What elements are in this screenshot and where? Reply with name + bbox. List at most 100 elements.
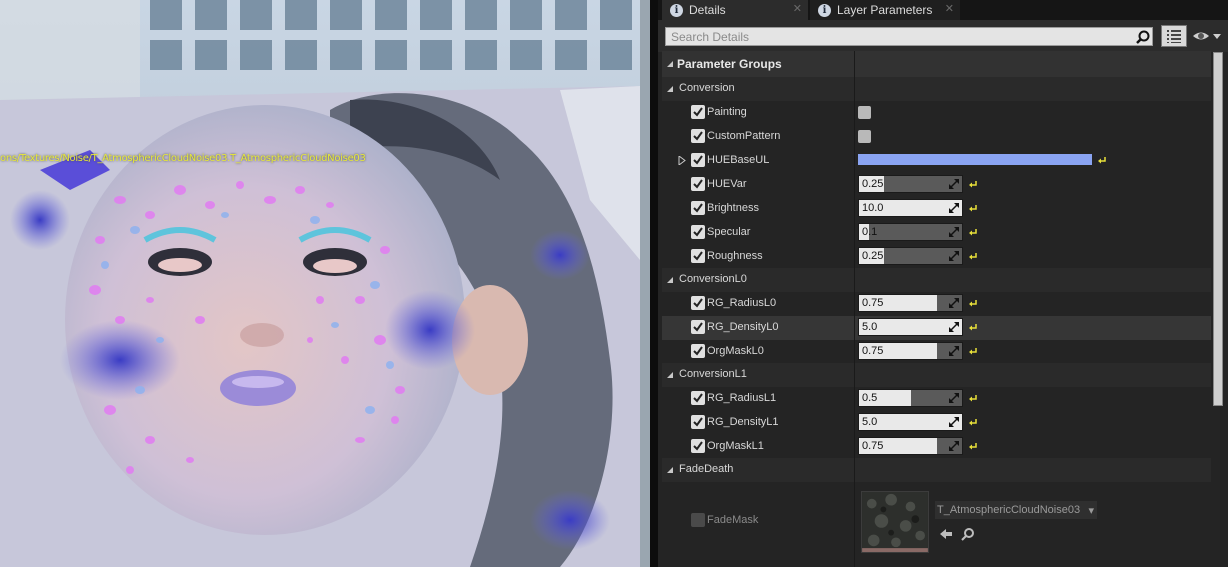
- category-fadedeath[interactable]: FadeDeath: [662, 458, 1211, 482]
- param-label: OrgMaskL1: [707, 440, 764, 452]
- override-checkbox[interactable]: [691, 344, 705, 358]
- number-input[interactable]: 0.1: [858, 223, 963, 241]
- reset-arrow-icon[interactable]: [969, 346, 978, 355]
- number-input[interactable]: 5.0: [858, 318, 963, 336]
- param-row-painting: Painting: [662, 101, 1211, 125]
- override-checkbox[interactable]: [691, 201, 705, 215]
- bool-value-checkbox[interactable]: [858, 130, 871, 143]
- param-label: Painting: [707, 106, 747, 118]
- drag-arrows-icon[interactable]: [949, 227, 959, 237]
- details-scrollbar[interactable]: [1213, 52, 1223, 406]
- close-icon[interactable]: ✕: [793, 2, 802, 15]
- use-selected-arrow-icon[interactable]: [939, 527, 953, 541]
- browse-search-icon[interactable]: [961, 527, 975, 541]
- number-input[interactable]: 0.25: [858, 247, 963, 265]
- override-checkbox[interactable]: [691, 153, 705, 167]
- param-label: OrgMaskL0: [707, 345, 764, 357]
- drag-arrows-icon[interactable]: [949, 393, 959, 403]
- texture-name: T_AtmosphericCloudNoise03: [937, 504, 1081, 516]
- tab-details[interactable]: i Details ✕: [662, 0, 808, 20]
- drag-arrows-icon[interactable]: [949, 203, 959, 213]
- param-row-orgmaskl0: OrgMaskL0 0.75: [662, 340, 1211, 364]
- color-swatch[interactable]: [858, 154, 1092, 165]
- override-checkbox[interactable]: [691, 320, 705, 334]
- reset-arrow-icon[interactable]: [969, 251, 978, 260]
- override-checkbox[interactable]: [691, 391, 705, 405]
- details-panel: i Details ✕ i Layer Parameters ✕ Search …: [658, 0, 1228, 567]
- collapse-arrow-icon[interactable]: [666, 85, 674, 93]
- number-value: 0.25: [862, 250, 884, 262]
- drag-arrows-icon[interactable]: [949, 441, 959, 451]
- number-input[interactable]: 10.0: [858, 199, 963, 217]
- texture-thumbnail[interactable]: [861, 491, 929, 553]
- number-input[interactable]: 0.75: [858, 342, 963, 360]
- category-conversion[interactable]: Conversion: [662, 77, 1211, 101]
- param-row-huevar: HUEVar 0.25: [662, 173, 1211, 197]
- drag-arrows-icon[interactable]: [949, 251, 959, 261]
- category-label: ConversionL0: [679, 273, 747, 285]
- drag-arrows-icon[interactable]: [949, 179, 959, 189]
- category-conversionl1[interactable]: ConversionL1: [662, 363, 1211, 387]
- chevron-down-icon: ▾: [1088, 505, 1094, 517]
- column-divider[interactable]: [854, 51, 855, 567]
- search-icon[interactable]: [1136, 30, 1150, 44]
- override-checkbox[interactable]: [691, 415, 705, 429]
- number-value: 0.75: [862, 440, 884, 452]
- number-input[interactable]: 0.25: [858, 175, 963, 193]
- reset-arrow-icon[interactable]: [969, 322, 978, 331]
- param-row-rg-radiusl0: RG_RadiusL0 0.75: [662, 292, 1211, 316]
- reset-arrow-icon[interactable]: [969, 441, 978, 450]
- reset-arrow-icon[interactable]: [969, 203, 978, 212]
- param-label: RG_DensityL1: [707, 416, 779, 428]
- override-checkbox[interactable]: [691, 105, 705, 119]
- override-checkbox[interactable]: [691, 177, 705, 191]
- tab-layer-parameters[interactable]: i Layer Parameters ✕: [810, 0, 960, 20]
- bool-value-checkbox[interactable]: [858, 106, 871, 119]
- drag-arrows-icon[interactable]: [949, 417, 959, 427]
- drag-arrows-icon[interactable]: [949, 346, 959, 356]
- viewport-scene: [0, 0, 650, 567]
- override-checkbox[interactable]: [691, 513, 705, 527]
- reset-arrow-icon[interactable]: [969, 393, 978, 402]
- reset-arrow-icon[interactable]: [969, 417, 978, 426]
- texture-dropdown[interactable]: T_AtmosphericCloudNoise03 ▾: [935, 501, 1097, 519]
- parameter-groups-title: Parameter Groups: [677, 57, 782, 71]
- category-label: Conversion: [679, 82, 735, 94]
- reset-arrow-icon[interactable]: [969, 227, 978, 236]
- eye-icon[interactable]: [1192, 29, 1222, 43]
- param-row-orgmaskl1: OrgMaskL1 0.75: [662, 435, 1211, 459]
- collapse-arrow-icon[interactable]: [666, 276, 674, 284]
- expand-arrow-icon[interactable]: [678, 156, 686, 165]
- number-input[interactable]: 5.0: [858, 413, 963, 431]
- panel-splitter[interactable]: [650, 0, 658, 567]
- collapse-arrow-icon[interactable]: [666, 60, 674, 68]
- override-checkbox[interactable]: [691, 225, 705, 239]
- override-checkbox[interactable]: [691, 439, 705, 453]
- number-input[interactable]: 0.75: [858, 437, 963, 455]
- collapse-arrow-icon[interactable]: [666, 371, 674, 379]
- view-options-button[interactable]: [1161, 25, 1187, 47]
- param-label: Brightness: [707, 202, 759, 214]
- parameter-groups-header[interactable]: Parameter Groups: [662, 51, 1211, 77]
- level-viewport[interactable]: ons/Textures/Noise/T_AtmosphericCloudNoi…: [0, 0, 650, 567]
- param-label: HUEVar: [707, 178, 747, 190]
- category-conversionl0[interactable]: ConversionL0: [662, 268, 1211, 292]
- search-input[interactable]: [665, 27, 1153, 46]
- number-input[interactable]: 0.5: [858, 389, 963, 407]
- param-row-rg-densityl0: RG_DensityL0 5.0: [662, 316, 1211, 340]
- collapse-arrow-icon[interactable]: [666, 466, 674, 474]
- close-icon[interactable]: ✕: [945, 2, 954, 15]
- drag-arrows-icon[interactable]: [949, 298, 959, 308]
- tab-layer-parameters-label: Layer Parameters: [837, 3, 933, 17]
- reset-arrow-icon[interactable]: [969, 298, 978, 307]
- number-input[interactable]: 0.75: [858, 294, 963, 312]
- number-value: 5.0: [862, 321, 878, 333]
- reset-arrow-icon[interactable]: [1098, 155, 1107, 164]
- search-row: [658, 20, 1228, 52]
- reset-arrow-icon[interactable]: [969, 179, 978, 188]
- asset-path-label: ons/Textures/Noise/T_AtmosphericCloudNoi…: [0, 153, 366, 164]
- override-checkbox[interactable]: [691, 296, 705, 310]
- drag-arrows-icon[interactable]: [949, 322, 959, 332]
- override-checkbox[interactable]: [691, 249, 705, 263]
- override-checkbox[interactable]: [691, 129, 705, 143]
